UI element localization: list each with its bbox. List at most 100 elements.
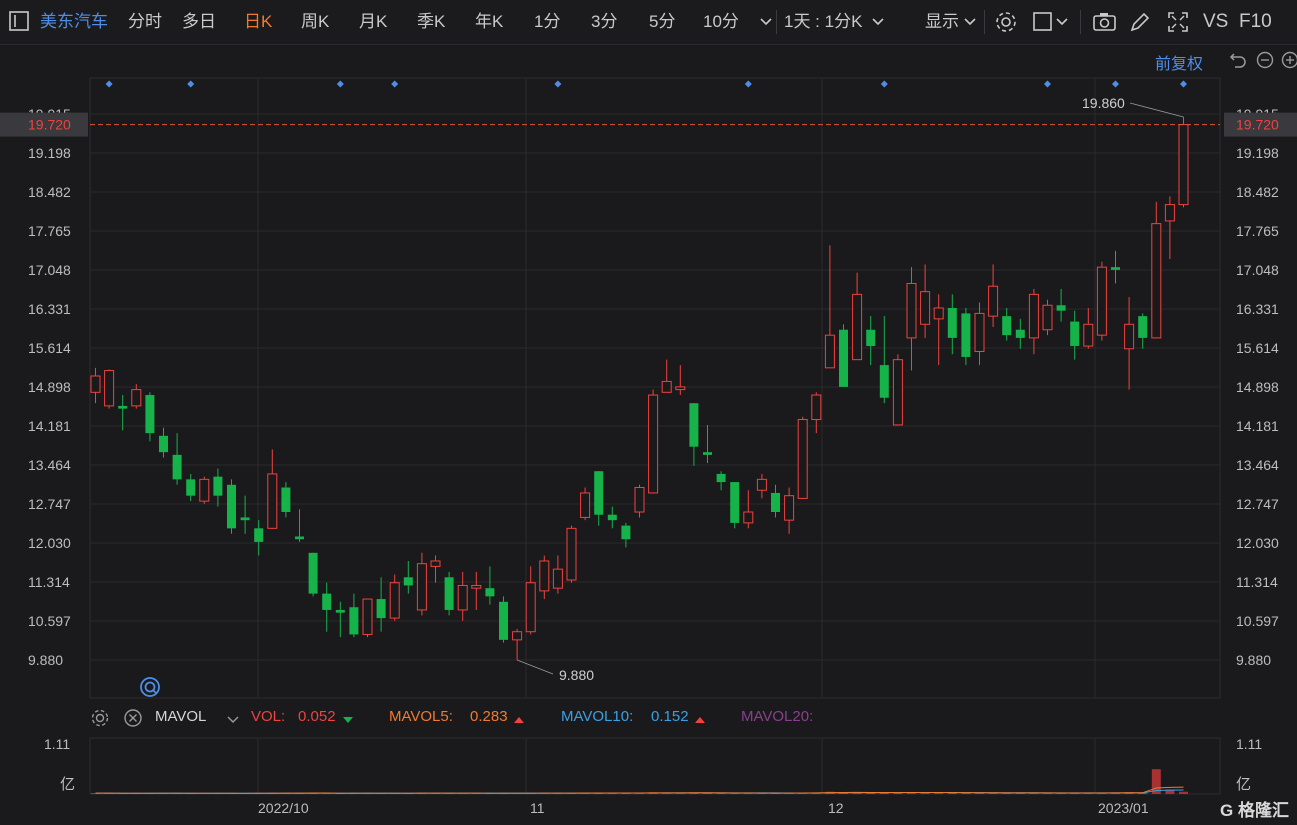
candle-body [240,517,250,521]
y-tick-label: 9.880 [28,652,63,668]
triangle-up-icon [695,708,705,742]
candle-body [145,395,155,434]
candle[interactable] [1042,299,1053,336]
candle-body [920,291,931,325]
y-tick-label: 14.898 [1236,379,1279,395]
candle-body [1056,305,1066,311]
price-plot-area [89,77,1221,699]
candle-body [254,528,264,542]
candle-body [227,484,236,529]
candle-body [376,599,386,619]
vol-value: 0.052 [298,708,336,725]
y-tick-label: 12.747 [28,496,71,512]
candle-body [335,609,345,613]
candle-body [159,435,168,453]
candle-body [594,471,604,515]
candle-body [1002,316,1012,336]
y-tick-label: 9.880 [1236,652,1271,668]
x-axis-label: 2022/10 [258,800,309,816]
candle-body [824,334,835,369]
candle-body [525,582,536,633]
y-tick-label: 10.597 [28,613,71,629]
candle[interactable] [797,416,808,499]
candle-body [389,582,400,619]
candle[interactable] [961,307,971,366]
candle-body [906,282,917,339]
candle-body [1042,304,1053,331]
candle-body [879,365,889,398]
x-axis-label: 2023/01 [1098,800,1149,816]
candle[interactable] [839,324,848,387]
gear-icon[interactable] [90,707,110,741]
candle-body [457,584,468,611]
candle-body [866,329,876,347]
y-tick-label: 14.181 [28,418,71,434]
candle-body [308,552,318,594]
candle[interactable] [362,598,373,638]
candle-body [1164,204,1175,222]
y-tick-label: 16.331 [28,301,71,317]
candle-body [444,577,454,610]
candle-body [90,375,101,393]
candle-body [621,525,631,540]
candle[interactable] [444,571,454,616]
candle-body [199,478,210,502]
candle-body [1151,223,1162,339]
candle-body [634,487,645,513]
candle[interactable] [566,525,577,583]
y-tick-label: 13.464 [28,457,71,473]
candle-body [1028,293,1039,339]
candle-body [416,563,427,611]
candle-body [104,370,115,407]
candle-body [1138,316,1148,338]
candle[interactable] [648,389,659,494]
candle[interactable] [499,596,508,643]
volume-axis-label: 1.11 [1236,736,1262,752]
candle-body [322,593,332,610]
candle-body [675,386,686,391]
candle-body [1111,267,1120,270]
candle-body [118,405,128,409]
candle-body [485,588,495,597]
candle-body [131,389,142,407]
y-tick-label: 17.048 [28,262,71,278]
y-tick-label: 14.898 [28,379,71,395]
candle-body [267,473,278,529]
candle[interactable] [308,552,318,597]
chevron-down-icon[interactable] [226,708,240,742]
candle-body [566,527,577,581]
y-tick-label: 15.614 [1236,340,1279,356]
close-icon[interactable] [123,707,143,741]
candle-body [295,536,304,540]
indicator-name[interactable]: MAVOL [155,700,206,734]
y-tick-label: 11.314 [1236,574,1278,590]
candle-body [186,479,196,496]
candle-body [1070,321,1080,347]
y-tick-label: 19.198 [1236,145,1279,161]
magnifier-icon[interactable] [139,676,161,703]
candle-body [539,560,550,592]
candle[interactable] [104,369,115,409]
volume-bar[interactable] [947,793,957,794]
candle-body [430,560,441,567]
volume-plot-area [89,737,1221,795]
candle-body [512,631,523,641]
candle-body [852,293,863,361]
mavol20-label: MAVOL20: [741,708,814,725]
candle[interactable] [1096,261,1107,341]
candle-body [961,313,971,357]
candle-body [661,380,672,393]
y-tick-label: 12.747 [1236,496,1279,512]
candle[interactable] [1178,116,1189,208]
candle-body [1083,323,1094,347]
candle-body [1124,323,1135,350]
x-axis-label: 12 [828,800,844,816]
candle-body [1096,266,1107,336]
candle[interactable] [730,482,740,529]
candle[interactable] [892,354,903,426]
candle[interactable] [199,476,210,504]
candle[interactable] [227,479,236,534]
candle-body [607,514,617,521]
y-tick-label: 16.331 [1236,301,1279,317]
volume-bar[interactable] [1179,791,1188,794]
